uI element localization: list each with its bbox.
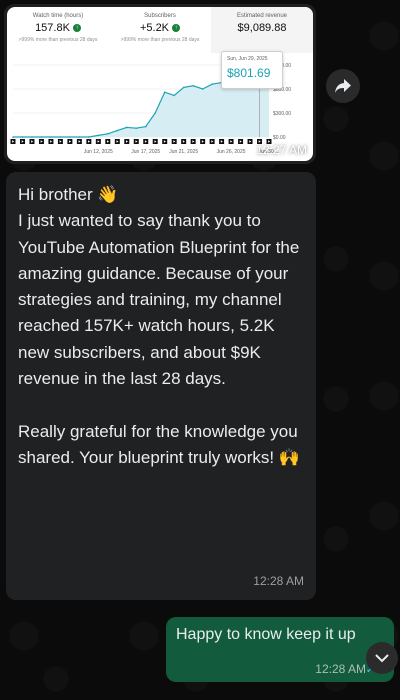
x-tick-label: Jun 26, 2025 — [217, 149, 246, 155]
metric-sub: >999% more than previous 28 days — [120, 37, 200, 43]
data-point — [173, 94, 175, 97]
metric-subscribers: Subscribers +5.2K ↑ >999% more than prev… — [109, 7, 211, 53]
metric-sub: >999% more than previous 28 days — [18, 37, 98, 43]
scroll-down-button[interactable] — [366, 642, 398, 674]
data-point — [211, 83, 213, 85]
x-tick-label: Jun 21, 2025 — [169, 149, 198, 155]
data-point — [69, 136, 71, 138]
y-tick-label: $0.00 — [273, 135, 286, 141]
chart-tooltip: Sun, Jun 29, 2025 $801.69 — [221, 51, 283, 89]
data-point — [144, 125, 147, 128]
x-tick-label: Jun 12, 2025 — [84, 149, 113, 155]
data-point — [50, 136, 52, 138]
data-point — [182, 86, 185, 89]
data-point — [97, 134, 100, 137]
check-arrow-icon: ↑ — [172, 24, 181, 32]
y-tick-label: $300.00 — [273, 111, 291, 117]
incoming-message-text: Hi brother 👋 I just wanted to say thank … — [18, 185, 300, 467]
chevron-down-icon — [375, 654, 389, 663]
data-point — [107, 133, 109, 135]
metric-value: +5.2K — [139, 22, 170, 34]
forward-icon — [335, 79, 351, 93]
data-point — [135, 127, 138, 129]
image-message[interactable]: Watch time (hours) 157.8K ↑ >999% more t… — [4, 4, 316, 164]
metric-revenue: Estimated revenue $9,089.88 — [211, 7, 313, 53]
data-point — [125, 126, 128, 129]
data-point — [12, 136, 14, 138]
metric-watch-time: Watch time (hours) 157.8K ↑ >999% more t… — [7, 7, 109, 53]
metric-label: Subscribers — [144, 13, 176, 19]
incoming-timestamp: 12:28 AM — [253, 573, 304, 588]
incoming-message[interactable]: Hi brother 👋 I just wanted to say thank … — [6, 172, 316, 600]
metric-label: Estimated revenue — [236, 13, 288, 19]
data-point — [192, 85, 194, 87]
data-point — [163, 91, 166, 93]
image-timestamp: 12:27 AM — [256, 143, 307, 157]
tooltip-value: $801.69 — [227, 66, 271, 80]
data-point — [31, 136, 33, 138]
x-tick-label: Jun 17, 2025 — [131, 149, 160, 155]
data-point — [88, 136, 90, 138]
data-point — [21, 136, 24, 138]
metric-label: Watch time (hours) — [32, 13, 84, 19]
outgoing-message-text: Happy to know keep it up — [176, 626, 356, 643]
data-point — [201, 88, 204, 90]
analytics-screenshot[interactable]: Watch time (hours) 157.8K ↑ >999% more t… — [7, 7, 313, 161]
metric-value: 157.8K — [35, 22, 70, 34]
metric-value: $9,089.88 — [237, 22, 287, 34]
metrics-row: Watch time (hours) 157.8K ↑ >999% more t… — [7, 7, 313, 53]
forward-button[interactable] — [326, 69, 360, 103]
data-point — [78, 136, 81, 138]
outgoing-timestamp: 12:28 AM — [315, 662, 366, 676]
data-point — [116, 129, 119, 132]
check-arrow-icon: ↑ — [72, 24, 81, 32]
data-point — [154, 112, 157, 114]
tooltip-date: Sun, Jun 29, 2025 — [227, 56, 268, 62]
outgoing-message[interactable]: Happy to know keep it up 12:28 AM ✓✓ — [166, 617, 394, 682]
data-point — [40, 136, 43, 138]
data-point — [59, 136, 62, 138]
